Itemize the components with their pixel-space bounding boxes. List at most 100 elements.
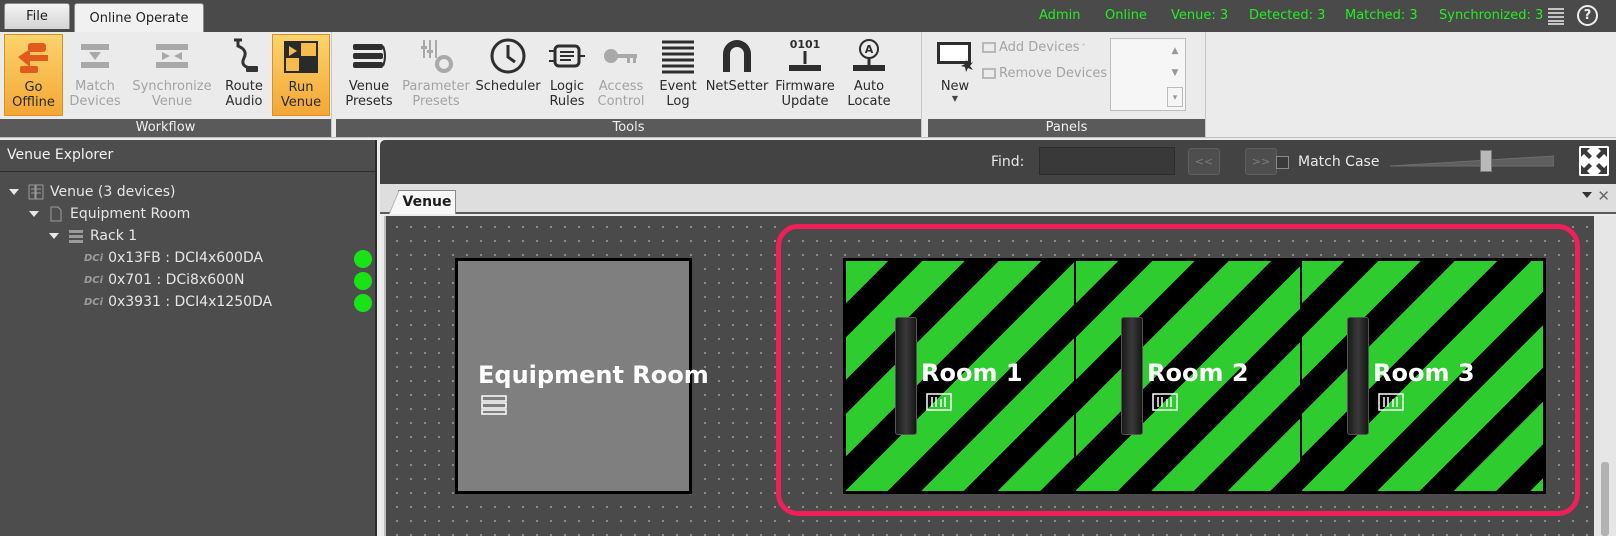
tab-online-operate[interactable]: Online Operate <box>74 3 204 32</box>
room-3-box[interactable]: Room 3 <box>1302 261 1543 491</box>
ribbon-caption-panels: Panels <box>928 119 1205 137</box>
new-panel-icon <box>937 42 973 72</box>
event-log-label: Event Log <box>659 79 697 109</box>
status-detected-count: Detected: 3 <box>1249 8 1326 23</box>
tree-node-device[interactable]: DCi 0x13FB : DCI4x600DA <box>84 247 263 269</box>
rooms-container: Room 1 Room 2 Room 3 <box>843 258 1546 494</box>
find-label: Find: <box>991 154 1025 170</box>
device-status-dot <box>354 250 372 268</box>
ribbon-group-panels: New ▼ Add Devices˅ Remove Devices˅ ▲ ▼ ▾… <box>928 32 1206 137</box>
status-venue-count: Venue: 3 <box>1171 8 1229 23</box>
mixer-icon <box>926 393 952 411</box>
zoom-slider-thumb[interactable] <box>1480 150 1492 172</box>
remove-devices-label: Remove Devices <box>999 66 1108 81</box>
run-venue-icon <box>284 41 318 73</box>
firmware-update-button[interactable]: 0101 Firmware Update <box>772 34 838 116</box>
list-view-icon[interactable] <box>1547 7 1565 25</box>
canvas-vertical-scrollbar[interactable] <box>1594 216 1616 536</box>
expand-arrow-icon[interactable] <box>29 211 39 217</box>
firmware-update-icon: 0101 <box>789 38 821 71</box>
tree-node-device[interactable]: DCi 0x3931 : DCI4x1250DA <box>84 291 272 313</box>
dci-device-icon: DCi <box>84 274 104 286</box>
tab-menu-chevron-icon[interactable] <box>1582 192 1592 198</box>
panels-gallery[interactable]: ▲ ▼ ▾ <box>1110 38 1186 111</box>
route-audio-icon <box>234 38 258 72</box>
title-bar: File Online Operate Admin Online Venue: … <box>0 0 1616 32</box>
find-next-button[interactable]: >> <box>1245 148 1277 175</box>
equipment-room-box[interactable]: Equipment Room <box>455 258 709 494</box>
tab-venue[interactable]: Venue <box>389 190 456 214</box>
access-control-button[interactable]: Access Control <box>592 34 650 116</box>
expand-arrow-icon[interactable] <box>9 189 19 195</box>
netsetter-label: NetSetter <box>705 79 769 94</box>
add-devices-icon <box>982 42 996 53</box>
ribbon-caption-tools: Tools <box>336 119 921 137</box>
ribbon-caption-workflow: Workflow <box>0 119 331 137</box>
venue-presets-button[interactable]: Venue Presets <box>340 34 398 116</box>
status-matched-count: Matched: 3 <box>1345 8 1418 23</box>
logic-rules-button[interactable]: Logic Rules <box>544 34 590 116</box>
close-icon[interactable]: ✕ <box>1597 187 1610 205</box>
tab-file[interactable]: File <box>4 3 70 29</box>
netsetter-button[interactable]: NetSetter <box>704 34 770 116</box>
svg-text:0101: 0101 <box>790 38 821 51</box>
device-label: 0x3931 : DCI4x1250DA <box>108 294 273 310</box>
add-devices-button[interactable]: Add Devices ˅ <box>982 40 1086 55</box>
speaker-icon <box>895 317 917 435</box>
expand-arrow-icon[interactable] <box>49 233 59 239</box>
run-venue-button[interactable]: Run Venue <box>272 34 330 116</box>
zoom-slider-track[interactable] <box>1390 154 1554 168</box>
ribbon: Go Offline Match Devices Synchronize Ven… <box>0 32 1616 138</box>
status-connection: Online <box>1105 8 1147 23</box>
room-2-label: Room 2 <box>1147 359 1249 387</box>
match-case-checkbox[interactable] <box>1276 156 1289 169</box>
key-icon <box>604 49 637 63</box>
event-log-button[interactable]: Event Log <box>654 34 702 116</box>
run-venue-label: Run Venue <box>280 80 322 110</box>
tree-label-venue: Venue (3 devices) <box>50 184 176 200</box>
tree-node-equipment-room[interactable]: Equipment Room <box>29 203 190 225</box>
remove-devices-button[interactable]: Remove Devices˅ <box>982 66 1113 81</box>
gallery-scroll-up-icon[interactable]: ▲ <box>1167 41 1183 61</box>
tree-node-venue[interactable]: Venue (3 devices) <box>9 181 175 203</box>
scheduler-button[interactable]: Scheduler <box>475 34 541 116</box>
find-input[interactable] <box>1039 147 1175 175</box>
tree-node-rack[interactable]: Rack 1 <box>49 225 137 247</box>
new-panel-button[interactable]: New ▼ <box>932 34 978 116</box>
find-previous-button[interactable]: << <box>1188 148 1220 175</box>
go-offline-button[interactable]: Go Offline <box>4 34 63 116</box>
logic-rules-icon <box>549 44 585 68</box>
device-label: 0x701 : DCi8x600N <box>108 272 245 288</box>
event-log-icon <box>662 40 694 74</box>
venue-explorer-title: Venue Explorer <box>0 140 375 172</box>
match-devices-button[interactable]: Match Devices <box>66 34 124 116</box>
ribbon-group-workflow: Go Offline Match Devices Synchronize Ven… <box>0 32 332 137</box>
ribbon-group-tools: Venue Presets Parameter Presets Schedule… <box>336 32 922 137</box>
auto-locate-button[interactable]: A Auto Locate <box>840 34 898 116</box>
help-icon[interactable]: ? <box>1577 5 1598 26</box>
dci-device-icon: DCi <box>84 296 104 308</box>
speaker-icon <box>1347 317 1369 435</box>
app-window: File Online Operate Admin Online Venue: … <box>0 0 1616 536</box>
scheduler-label: Scheduler <box>475 79 541 94</box>
status-synchronized-count: Synchronized: 3 <box>1439 8 1544 23</box>
document-tab-strip: Venue ✕ <box>380 184 1616 214</box>
rack-icon <box>69 230 83 243</box>
device-status-dot <box>354 294 372 312</box>
gallery-scroll-down-icon[interactable]: ▼ <box>1167 63 1183 83</box>
synchronize-venue-label: Synchronize Venue <box>132 79 212 109</box>
status-user: Admin <box>1039 8 1081 23</box>
equipment-room-label: Equipment Room <box>478 361 709 389</box>
tree-node-device[interactable]: DCi 0x701 : DCi8x600N <box>84 269 244 291</box>
scrollbar-thumb[interactable] <box>1601 462 1609 536</box>
fit-to-screen-icon[interactable] <box>1579 146 1609 176</box>
device-status-dot <box>354 272 372 290</box>
synchronize-venue-button[interactable]: Synchronize Venue <box>126 34 218 116</box>
parameter-presets-button[interactable]: Parameter Presets <box>400 34 472 116</box>
room-1-box[interactable]: Room 1 <box>846 261 1074 491</box>
go-offline-icon <box>17 43 48 73</box>
room-2-box[interactable]: Room 2 <box>1076 261 1300 491</box>
route-audio-button[interactable]: Route Audio <box>220 34 268 116</box>
remove-devices-icon <box>982 68 996 79</box>
gallery-expand-icon[interactable]: ▾ <box>1167 87 1183 107</box>
